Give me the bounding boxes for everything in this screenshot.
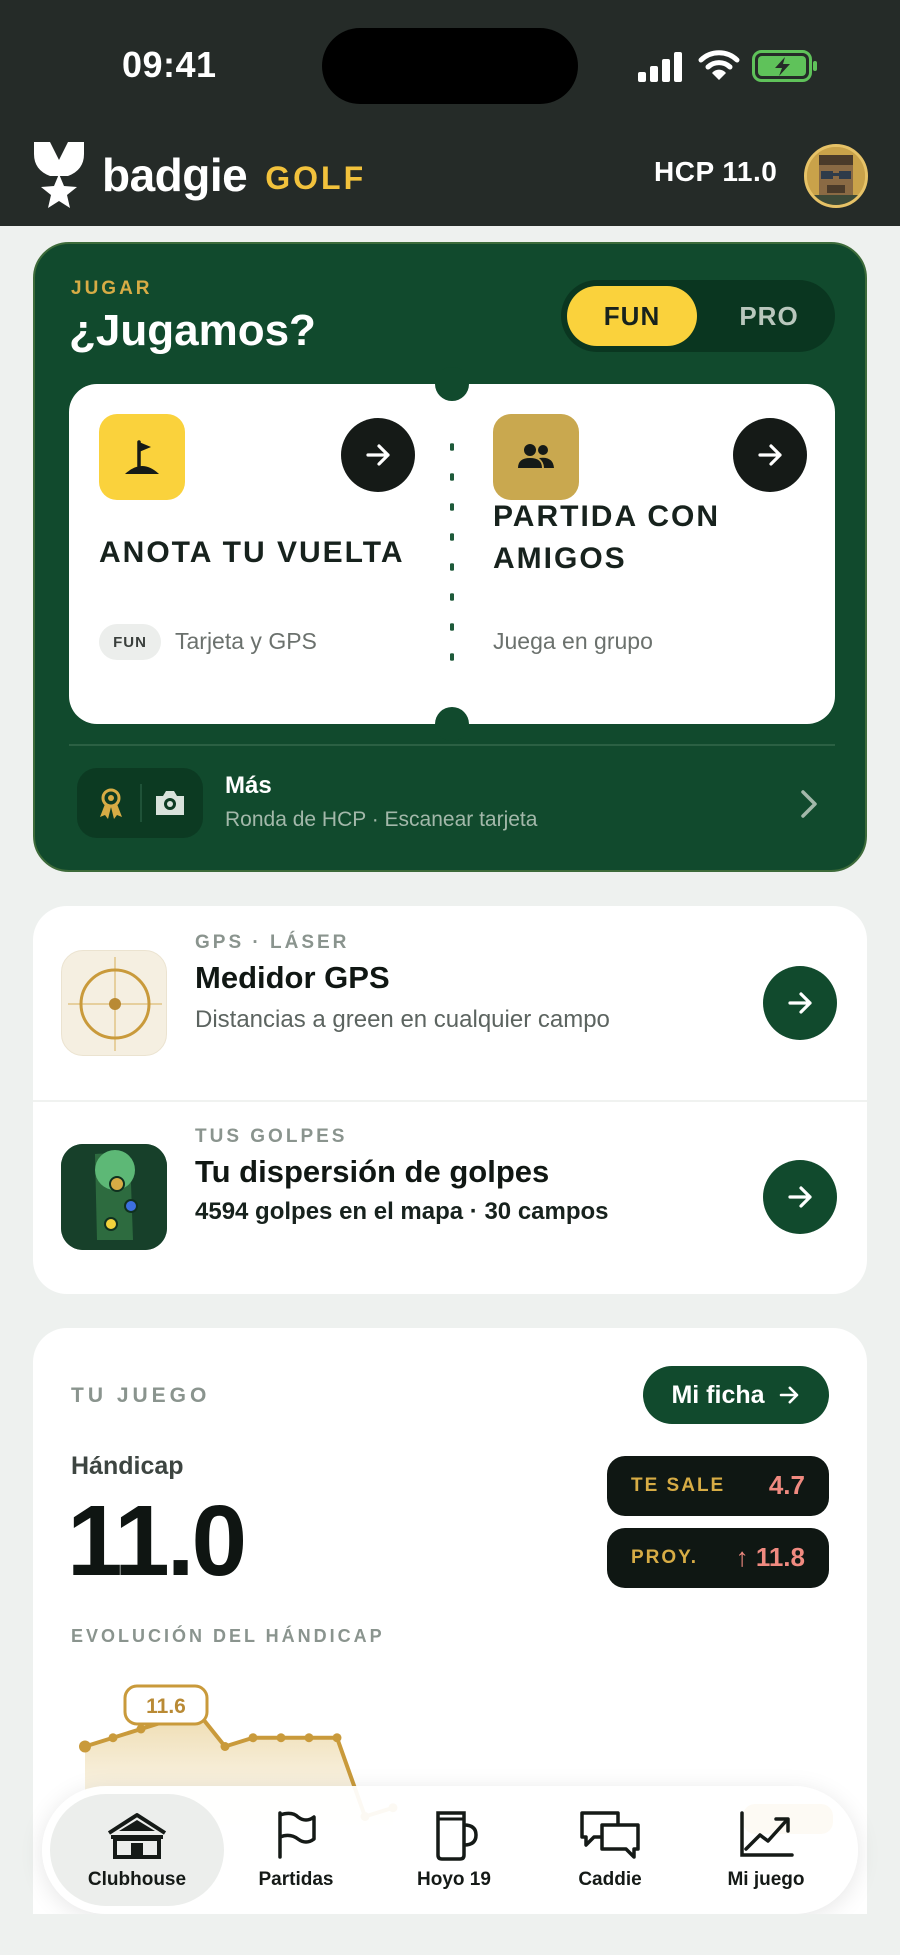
stat-label: TE SALE (631, 1475, 726, 1496)
arrow-right-icon (758, 444, 782, 466)
chart-point (304, 1733, 314, 1743)
tab-label: Clubhouse (87, 1869, 187, 1890)
brand-suffix: GOLF (265, 159, 367, 196)
award-icon (100, 788, 122, 819)
golf-flag-icon (99, 414, 185, 500)
ticket-notch-top (435, 367, 469, 401)
badgie-logo-icon (34, 142, 84, 208)
arrow-right-icon (779, 1386, 798, 1404)
handicap-label: Hándicap (71, 1452, 184, 1480)
pixel-avatar-icon (807, 147, 865, 205)
trend-icon (740, 1811, 794, 1857)
option-title: ANOTA TU VUELTA (99, 536, 405, 569)
mi-ficha-label: Mi ficha (671, 1380, 765, 1409)
stat-proyeccion: PROY. ↑ 11.8 (607, 1528, 829, 1588)
chart-point (248, 1733, 258, 1743)
mode-pro-option[interactable]: PRO (711, 286, 827, 346)
play-eyebrow: JUGAR (71, 278, 153, 299)
play-card: JUGAR ¿Jugamos? FUN PRO ANOTA TU VUELTA … (33, 242, 867, 872)
icons-separator (140, 784, 142, 822)
chart-point (79, 1740, 91, 1753)
partida-arrow-button[interactable] (733, 418, 807, 492)
play-divider (69, 744, 835, 746)
play-title: ¿Jugamos? (69, 306, 316, 355)
dynamic-island (322, 28, 578, 104)
crosshair-icon (61, 950, 167, 1056)
first-point-label: 11.6 (146, 1695, 186, 1718)
option-subtitle: Tarjeta y GPS (175, 628, 317, 654)
wifi-icon (698, 50, 740, 80)
handicap-value: 11.0 (67, 1485, 247, 1597)
header-hcp: HCP 11.0 (654, 156, 778, 187)
dispersion-arrow-button[interactable] (763, 1160, 837, 1234)
tab-clubhouse[interactable]: Clubhouse (50, 1794, 224, 1906)
more-title: Más (225, 772, 272, 799)
top-bar: 09:41 badgie GOLF HCP 11.0 (0, 0, 900, 226)
tool-title: Medidor GPS (195, 960, 390, 995)
tool-title: Tu dispersión de golpes (195, 1154, 550, 1189)
tool-eyebrow: TUS GOLPES (195, 1126, 348, 1147)
ticket-notch-bottom (435, 707, 469, 741)
tab-mi-juego[interactable]: Mi juego (688, 1794, 844, 1906)
camera-icon (156, 791, 184, 815)
shot-map-icon (61, 1144, 167, 1250)
option-title: PARTIDA CON AMIGOS (493, 500, 720, 575)
play-options-ticket: ANOTA TU VUELTA FUN Tarjeta y GPS PARTID… (69, 367, 835, 741)
more-subtitle: Ronda de HCP · Escanear tarjeta (225, 808, 538, 831)
flag-icon (278, 1811, 316, 1859)
tab-caddie[interactable]: Caddie (532, 1794, 688, 1906)
tab-partidas[interactable]: Partidas (218, 1794, 374, 1906)
stat-value: ↑ 11.8 (735, 1542, 805, 1572)
chat-icon (580, 1811, 640, 1859)
brand-logo[interactable]: badgie GOLF (30, 138, 366, 212)
status-time: 09:41 (122, 44, 217, 85)
battery-icon (752, 50, 817, 82)
tool-eyebrow: GPS · LÁSER (195, 932, 350, 953)
home-indicator-area (0, 1914, 900, 1955)
option-subtitle: Juega en grupo (493, 628, 653, 654)
chart-point (136, 1724, 146, 1734)
chart-point (108, 1733, 118, 1743)
game-eyebrow: TU JUEGO (71, 1384, 211, 1407)
tab-label: Mi juego (727, 1869, 805, 1890)
arrow-right-icon (366, 444, 390, 466)
group-icon (493, 414, 579, 500)
stat-te-sale: TE SALE 4.7 (607, 1456, 829, 1516)
medidor-arrow-button[interactable] (763, 966, 837, 1040)
stat-label: PROY. (631, 1547, 699, 1568)
tab-hoyo-19[interactable]: Hoyo 19 (376, 1794, 532, 1906)
chart-point (276, 1733, 286, 1743)
brand-name: badgie (102, 149, 248, 201)
chevron-right-icon (801, 790, 817, 818)
signal-icon (638, 52, 682, 82)
ticket-perforation (450, 432, 454, 682)
tools-card: GPS · LÁSER Medidor GPS Distancias a gre… (33, 906, 867, 1294)
tab-label: Partidas (258, 1869, 334, 1890)
tab-bar: Clubhouse Partidas Hoyo 19 Caddie Mi jue… (42, 1786, 858, 1914)
mug-icon (436, 1811, 478, 1861)
arrow-right-icon (788, 1186, 812, 1208)
clubhouse-icon (107, 1813, 167, 1859)
mode-toggle[interactable]: FUN PRO (561, 280, 835, 352)
chart-point (220, 1742, 230, 1751)
tool-subtitle: Distancias a green en cualquier campo (195, 1006, 610, 1033)
arrow-right-icon (788, 992, 812, 1014)
anota-arrow-button[interactable] (341, 418, 415, 492)
stat-value: 4.7 (768, 1470, 805, 1500)
chart-point (332, 1733, 342, 1743)
more-icons-group (77, 768, 203, 838)
tools-separator (33, 1100, 867, 1102)
mode-fun-option[interactable]: FUN (567, 286, 697, 346)
tab-label: Caddie (578, 1869, 642, 1890)
mi-ficha-button[interactable]: Mi ficha (643, 1366, 829, 1424)
fun-badge: FUN (99, 624, 161, 660)
tool-subtitle: 4594 golpes en el mapa · 30 campos (195, 1198, 609, 1225)
avatar[interactable] (804, 144, 868, 208)
tab-label: Hoyo 19 (417, 1869, 491, 1890)
evolution-label: EVOLUCIÓN DEL HÁNDICAP (71, 1626, 385, 1646)
